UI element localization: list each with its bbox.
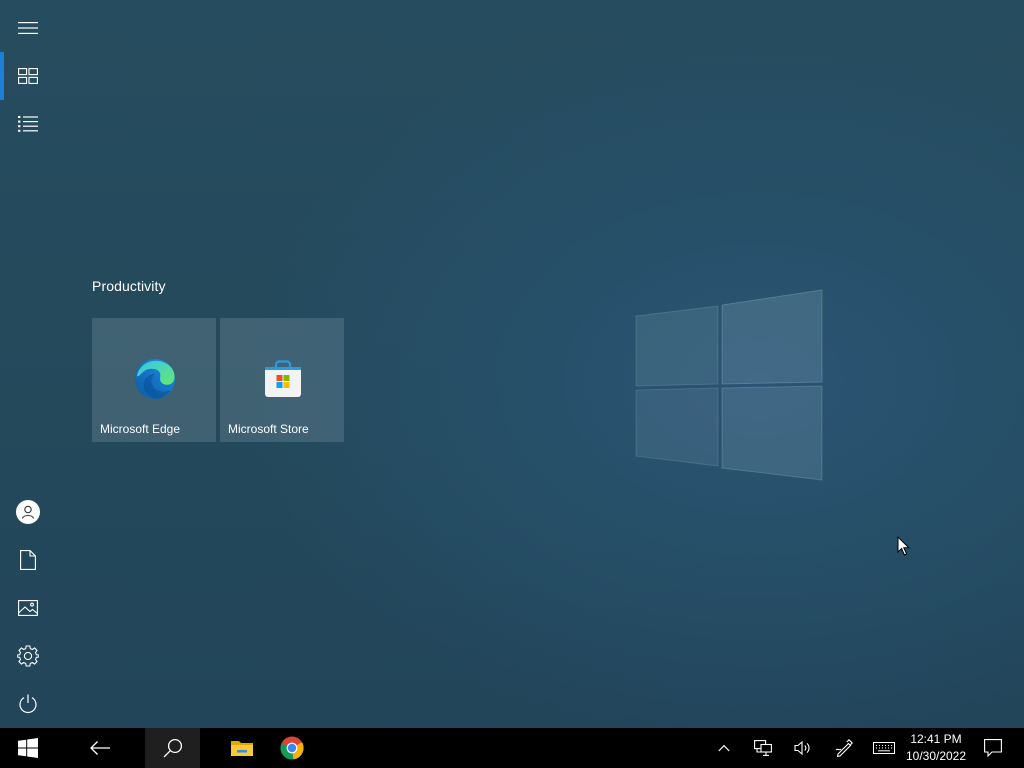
chrome-button[interactable]: [268, 728, 316, 768]
document-icon: [20, 550, 36, 570]
notification-icon: [984, 739, 1002, 757]
all-apps-button[interactable]: [0, 100, 56, 148]
windows-logo-icon: [18, 738, 38, 758]
user-icon: [16, 500, 40, 524]
edge-icon: [135, 359, 175, 399]
list-icon: [18, 116, 38, 132]
file-explorer-button[interactable]: [218, 728, 266, 768]
tile-microsoft-edge[interactable]: Microsoft Edge: [92, 318, 216, 442]
tile-group-title[interactable]: Productivity: [92, 278, 166, 294]
speaker-icon: [794, 740, 810, 756]
back-arrow-icon: [90, 741, 110, 755]
pictures-button[interactable]: [0, 584, 56, 632]
network-icon: [754, 740, 772, 756]
settings-button[interactable]: [0, 632, 56, 680]
pictures-icon: [18, 600, 38, 616]
hamburger-icon: [18, 22, 38, 34]
clock-time: 12:41 PM: [910, 732, 962, 746]
gear-icon: [17, 645, 39, 667]
store-icon: [265, 360, 301, 397]
taskbar: 12:41 PM 10/30/2022: [0, 728, 1024, 768]
expand-menu-button[interactable]: [0, 4, 56, 52]
action-center-button[interactable]: [978, 728, 1008, 768]
power-button[interactable]: [0, 680, 56, 728]
desktop: Productivity Microsoft Edge Microsoft St…: [0, 0, 1024, 768]
clock[interactable]: 12:41 PM 10/30/2022: [900, 728, 972, 768]
pinned-tiles-button[interactable]: [0, 52, 56, 100]
tiles-icon: [18, 68, 38, 84]
user-account-button[interactable]: [0, 488, 56, 536]
search-icon: [163, 738, 182, 758]
power-icon: [19, 694, 37, 714]
touch-keyboard-button[interactable]: [869, 728, 899, 768]
search-button[interactable]: [145, 728, 200, 768]
mouse-pointer: [897, 536, 911, 556]
start-rail: [0, 0, 56, 728]
folder-icon: [231, 741, 253, 756]
chevron-up-icon: [718, 744, 730, 752]
tile-label: Microsoft Store: [228, 422, 309, 436]
pen-workspace-button[interactable]: [830, 728, 858, 768]
network-button[interactable]: [749, 728, 777, 768]
back-button[interactable]: [74, 728, 126, 768]
clock-date: 10/30/2022: [905, 749, 967, 763]
start-button[interactable]: [0, 728, 56, 768]
show-hidden-icons-button[interactable]: [710, 728, 738, 768]
volume-button[interactable]: [789, 728, 817, 768]
chrome-icon: [280, 736, 304, 760]
documents-button[interactable]: [0, 536, 56, 584]
tile-label: Microsoft Edge: [100, 422, 181, 436]
tile-microsoft-store[interactable]: Microsoft Store: [220, 318, 344, 442]
keyboard-icon: [873, 742, 895, 754]
wallpaper-windows-logo: [635, 289, 823, 481]
pen-icon: [835, 739, 853, 757]
